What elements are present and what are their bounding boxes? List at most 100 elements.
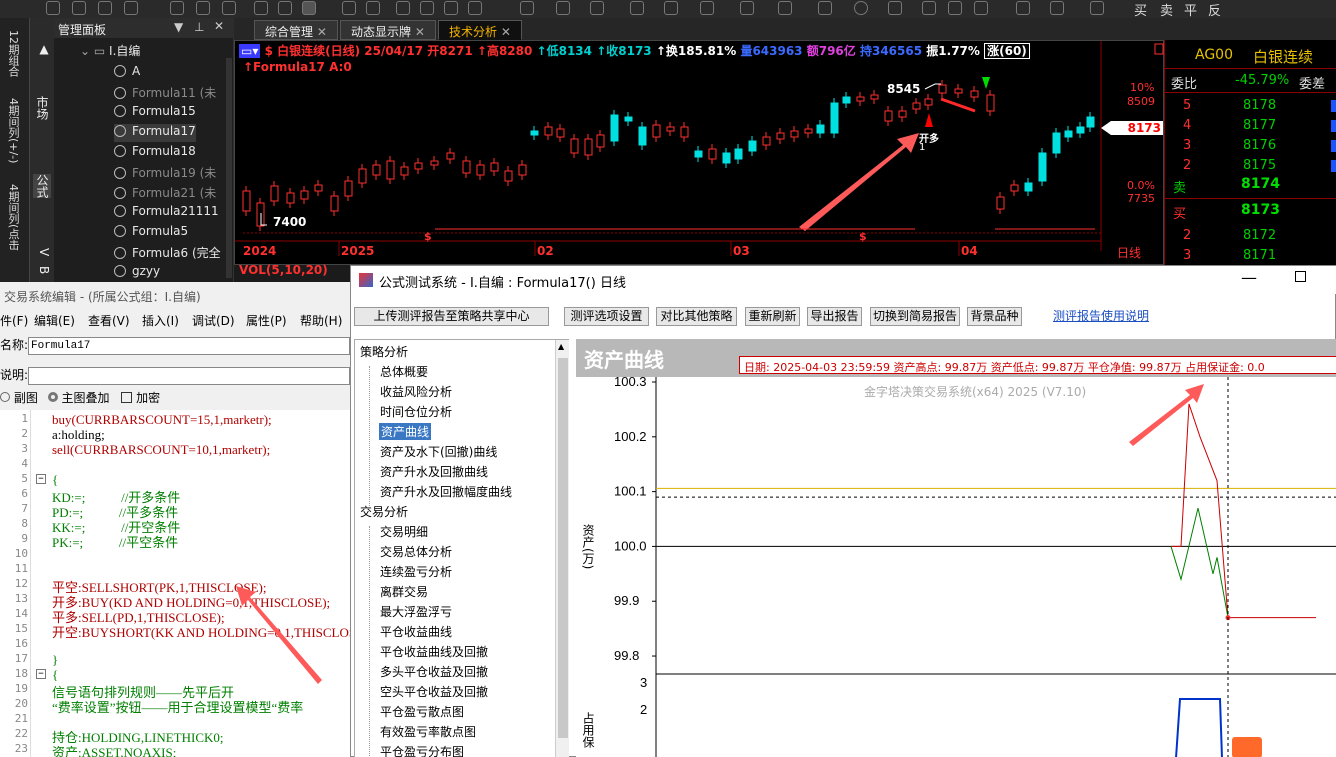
background-symbol-button[interactable]: 背景品种 bbox=[967, 307, 1022, 326]
tree-item[interactable]: 最大浮盈浮亏 bbox=[380, 603, 452, 620]
pen-icon[interactable] bbox=[630, 1, 644, 15]
tab-b[interactable]: B bbox=[33, 266, 51, 274]
rect-icon[interactable] bbox=[818, 1, 832, 15]
tree-category[interactable]: 交易分析 bbox=[360, 503, 408, 520]
sell-level-row[interactable]: 2 8175 bbox=[1165, 156, 1336, 176]
tree-item[interactable]: Formula11 (未 bbox=[114, 84, 216, 102]
tree-item[interactable]: 离群交易 bbox=[380, 583, 428, 600]
close-icon[interactable]: ✕ bbox=[214, 19, 224, 33]
hand-icon[interactable] bbox=[556, 1, 570, 15]
draw-icon[interactable] bbox=[46, 1, 60, 15]
tree-item[interactable]: Formula6 (完全 bbox=[114, 244, 221, 262]
export-button[interactable]: 导出报告 bbox=[807, 307, 862, 326]
fit-icon[interactable] bbox=[444, 1, 458, 15]
sell-level-row[interactable]: 3 8176 bbox=[1165, 136, 1336, 156]
tree-item[interactable]: gzyy bbox=[114, 264, 160, 282]
tab-formula[interactable]: 公式 bbox=[33, 174, 51, 198]
line-icon[interactable] bbox=[590, 1, 604, 15]
compare-button[interactable]: 对比其他策略 bbox=[656, 307, 737, 326]
menu-item[interactable]: 插入(I) bbox=[142, 312, 179, 329]
save-icon[interactable] bbox=[1090, 1, 1104, 15]
kline-chart[interactable]: ▭▾ $ 白银连续(日线) 25/04/17 开8271 ↑高8280 ↑低81… bbox=[234, 40, 1164, 277]
minimize-icon[interactable]: — bbox=[1241, 268, 1257, 287]
buy1-row[interactable]: 买 8173 bbox=[1165, 202, 1336, 222]
menu-item[interactable]: 编辑(E) bbox=[34, 312, 75, 329]
menu-item[interactable]: 件(F) bbox=[0, 312, 28, 329]
buy-level-row[interactable]: 2 8172 bbox=[1165, 226, 1336, 246]
tab-technical[interactable]: 技术分析 ✕ bbox=[438, 20, 522, 40]
tree-item[interactable]: 时间仓位分析 bbox=[380, 403, 452, 420]
sell-level-row[interactable]: 5 8178 bbox=[1165, 96, 1336, 116]
tree-item[interactable]: 资产升水及回撤曲线 bbox=[380, 463, 488, 480]
tree-item[interactable]: 资产升水及回撤幅度曲线 bbox=[380, 483, 512, 500]
tree-item[interactable]: 平仓盈亏散点图 bbox=[380, 703, 464, 720]
cross-icon[interactable] bbox=[778, 1, 792, 15]
buy-level-row[interactable]: 3 8171 bbox=[1165, 246, 1336, 266]
tree-item[interactable]: 空头平仓收益及回撤 bbox=[380, 683, 488, 700]
maximize-icon[interactable] bbox=[1295, 271, 1306, 282]
tree-item[interactable]: 资产及水下(回撤)曲线 bbox=[380, 443, 497, 460]
scrollbar[interactable] bbox=[226, 58, 232, 278]
fan-icon[interactable] bbox=[700, 1, 714, 15]
angle-icon[interactable] bbox=[1050, 1, 1064, 15]
sell1-row[interactable]: 卖 8174 bbox=[1165, 176, 1336, 196]
ruler-icon[interactable] bbox=[974, 1, 988, 15]
upload-report-button[interactable]: 上传测评报告至策略共享中心 bbox=[354, 307, 549, 326]
tree-category[interactable]: 策略分析 bbox=[360, 343, 408, 360]
radio-main[interactable] bbox=[47, 392, 58, 402]
magnet-icon[interactable] bbox=[922, 1, 936, 15]
copy-icon[interactable] bbox=[98, 1, 112, 15]
dropdown-icon[interactable]: ▼ bbox=[174, 20, 183, 34]
tree-item[interactable]: 总体概要 bbox=[380, 363, 428, 380]
chevron-up-icon[interactable]: ▲ bbox=[33, 42, 51, 56]
circle-icon[interactable] bbox=[854, 1, 868, 15]
tree-item[interactable]: 交易总体分析 bbox=[380, 543, 452, 560]
desc-field[interactable] bbox=[28, 367, 350, 385]
simple-report-button[interactable]: 切换到简易报告 bbox=[870, 307, 960, 326]
align-icon[interactable] bbox=[342, 1, 356, 15]
tool-icon[interactable] bbox=[72, 1, 86, 15]
photo-icon[interactable] bbox=[222, 1, 236, 15]
tree-root[interactable]: ⌄ ▭ I.自编 bbox=[80, 42, 140, 60]
tree-scrollbar[interactable]: ▲ bbox=[555, 340, 569, 757]
tab-v[interactable]: V bbox=[33, 248, 51, 256]
chart-icon[interactable] bbox=[170, 1, 184, 15]
tree-item[interactable]: Formula18 bbox=[114, 144, 196, 162]
radio-sub[interactable] bbox=[0, 392, 10, 402]
tree-item[interactable]: 平仓收益曲线 bbox=[380, 623, 452, 640]
tree-item[interactable]: 收益风险分析 bbox=[380, 383, 452, 400]
tree-item[interactable]: Formula15 bbox=[114, 104, 196, 122]
tree-item[interactable]: Formula21 (未 bbox=[114, 184, 216, 202]
tree-item[interactable]: 资产曲线 bbox=[379, 423, 432, 440]
tree-item[interactable]: 有效盈亏率散点图 bbox=[380, 723, 476, 740]
name-field[interactable] bbox=[28, 337, 350, 355]
channel-icon[interactable] bbox=[740, 1, 754, 15]
help-link[interactable]: 测评报告使用说明 bbox=[1053, 307, 1149, 324]
play-icon[interactable] bbox=[254, 1, 268, 15]
align2-icon[interactable] bbox=[366, 1, 380, 15]
code-editor[interactable]: − − 1 buy(CURRBARSCOUNT=15,1,marketr); 2 a:… bbox=[0, 410, 372, 757]
tree-item[interactable]: Formula21111 bbox=[114, 204, 219, 222]
bars-icon[interactable] bbox=[664, 1, 678, 15]
tree-item[interactable]: 平仓盈亏分布图 bbox=[380, 743, 464, 757]
tab-market[interactable]: 市场 bbox=[33, 96, 51, 120]
menu-item[interactable]: 属性(P) bbox=[246, 312, 287, 329]
dollar-icon[interactable] bbox=[302, 1, 316, 15]
menu-item[interactable]: 帮助(H) bbox=[300, 312, 342, 329]
text-icon[interactable] bbox=[888, 1, 902, 15]
pin-icon[interactable]: ⊥ bbox=[194, 20, 204, 34]
layers-icon[interactable] bbox=[1016, 1, 1030, 15]
options-button[interactable]: 测评选项设置 bbox=[564, 307, 649, 326]
zoom-in-icon[interactable] bbox=[396, 1, 410, 15]
menu-item[interactable]: 查看(V) bbox=[88, 312, 130, 329]
refresh-button[interactable]: 重新刷新 bbox=[745, 307, 800, 326]
tab-display[interactable]: 动态显示牌 ✕ bbox=[340, 20, 436, 40]
nav-icon[interactable] bbox=[468, 1, 482, 15]
tree-item[interactable]: 多头平仓收益及回撤 bbox=[380, 663, 488, 680]
tree-item[interactable]: Formula17 bbox=[114, 124, 196, 142]
tree-item[interactable]: 交易明细 bbox=[380, 523, 428, 540]
vtab-combo[interactable]: 12期组合 bbox=[4, 30, 22, 77]
reverse-button[interactable]: 反 bbox=[1208, 0, 1221, 19]
close-position-button[interactable]: 平 bbox=[1184, 0, 1197, 19]
tree-item[interactable]: Formula19 (未 bbox=[114, 164, 216, 182]
